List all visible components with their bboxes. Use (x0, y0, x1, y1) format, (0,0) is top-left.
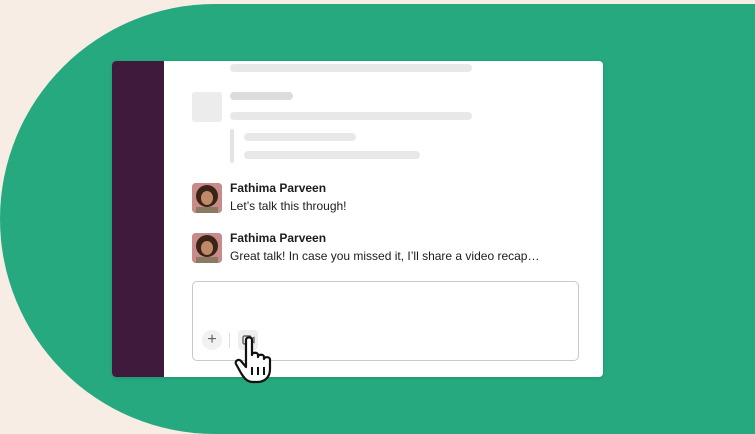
chat-window: Fathima Parveen Let’s talk this through!… (112, 61, 603, 377)
hand-pointer-icon (234, 336, 272, 384)
placeholder-line (244, 133, 356, 141)
avatar[interactable] (192, 183, 222, 213)
toolbar-divider (229, 333, 230, 348)
placeholder-line (244, 151, 420, 159)
avatar[interactable] (192, 233, 222, 263)
message-item: Fathima Parveen Let’s talk this through! (192, 181, 552, 217)
placeholder-line (230, 112, 472, 120)
placeholder-line (230, 64, 472, 72)
workspace-sidebar (112, 61, 164, 377)
message-author[interactable]: Fathima Parveen (230, 231, 326, 245)
message-text: Great talk! In case you missed it, I’ll … (230, 249, 540, 263)
message-text: Let’s talk this through! (230, 199, 347, 213)
placeholder-name (230, 92, 293, 100)
placeholder-quote-bar (230, 129, 234, 163)
message-author[interactable]: Fathima Parveen (230, 181, 326, 195)
placeholder-avatar (192, 92, 222, 122)
plus-icon[interactable]: + (202, 330, 222, 350)
message-item: Fathima Parveen Great talk! In case you … (192, 231, 552, 267)
